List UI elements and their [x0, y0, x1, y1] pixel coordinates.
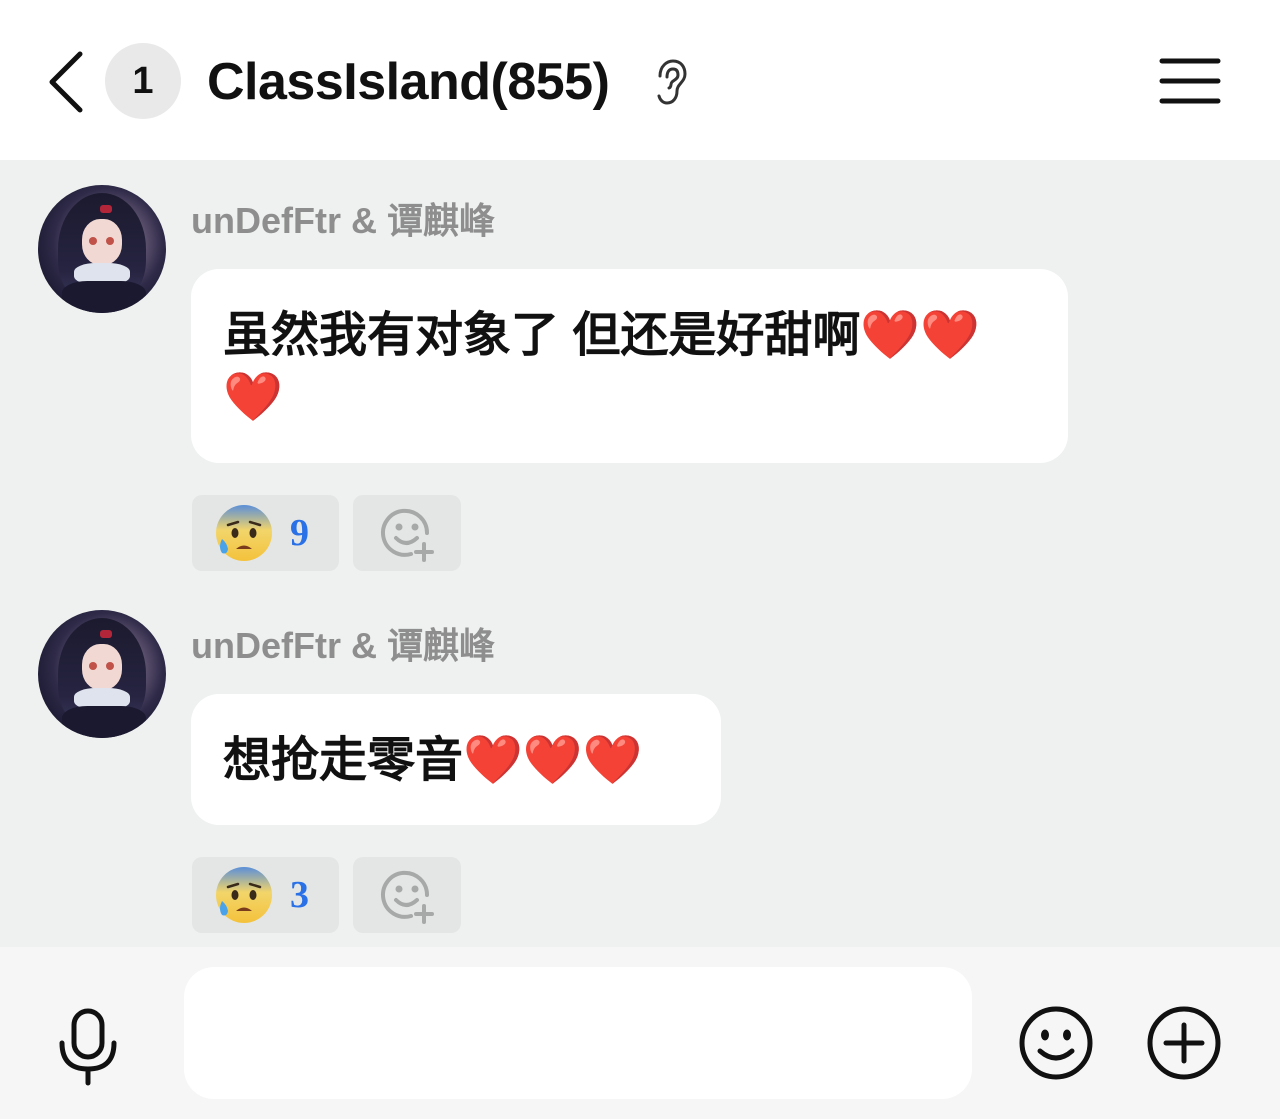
avatar[interactable] — [38, 185, 166, 313]
add-emoji-icon — [381, 870, 434, 924]
message-text: 虽然我有对象了 但还是好甜啊 — [223, 309, 861, 362]
message-bubble[interactable]: 虽然我有对象了 但还是好甜啊❤️❤️❤️ — [191, 269, 1068, 463]
avatar[interactable] — [38, 610, 166, 738]
input-bar — [0, 947, 1280, 1119]
add-reaction-button[interactable] — [353, 495, 461, 571]
sender-name[interactable]: unDefFtr & 谭麒峰 — [191, 192, 495, 244]
message-list[interactable]: unDefFtr & 谭麒峰 虽然我有对象了 但还是好甜啊❤️❤️❤️ 9 un… — [0, 160, 1280, 947]
heart-emoji: ❤️❤️❤️ — [463, 734, 643, 787]
hamburger-menu-icon[interactable] — [1158, 55, 1222, 107]
emoji-icon[interactable] — [1018, 1005, 1094, 1081]
microphone-icon[interactable] — [56, 1007, 120, 1087]
reaction-chip[interactable]: 3 — [192, 857, 339, 933]
back-button[interactable] — [40, 46, 92, 118]
sender-name[interactable]: unDefFtr & 谭麒峰 — [191, 617, 495, 669]
unread-count-badge[interactable]: 1 — [105, 43, 181, 119]
chat-header: 1 ClassIsland(855) — [0, 0, 1280, 160]
message-text: 想抢走零音 — [223, 734, 464, 787]
ear-icon[interactable] — [652, 58, 688, 106]
message-bubble[interactable]: 想抢走零音❤️❤️❤️ — [191, 694, 721, 825]
plus-icon[interactable] — [1146, 1005, 1222, 1081]
chat-title[interactable]: ClassIsland(855) — [207, 52, 610, 112]
add-emoji-icon — [381, 508, 434, 562]
chevron-left-icon — [49, 51, 83, 113]
anxious-face-with-sweat-icon — [216, 867, 272, 923]
reaction-chip[interactable]: 9 — [192, 495, 339, 571]
reaction-count: 3 — [290, 874, 309, 916]
add-reaction-button[interactable] — [353, 857, 461, 933]
reaction-count: 9 — [290, 512, 309, 554]
anxious-face-with-sweat-icon — [216, 505, 272, 561]
message-input[interactable] — [184, 967, 972, 1099]
